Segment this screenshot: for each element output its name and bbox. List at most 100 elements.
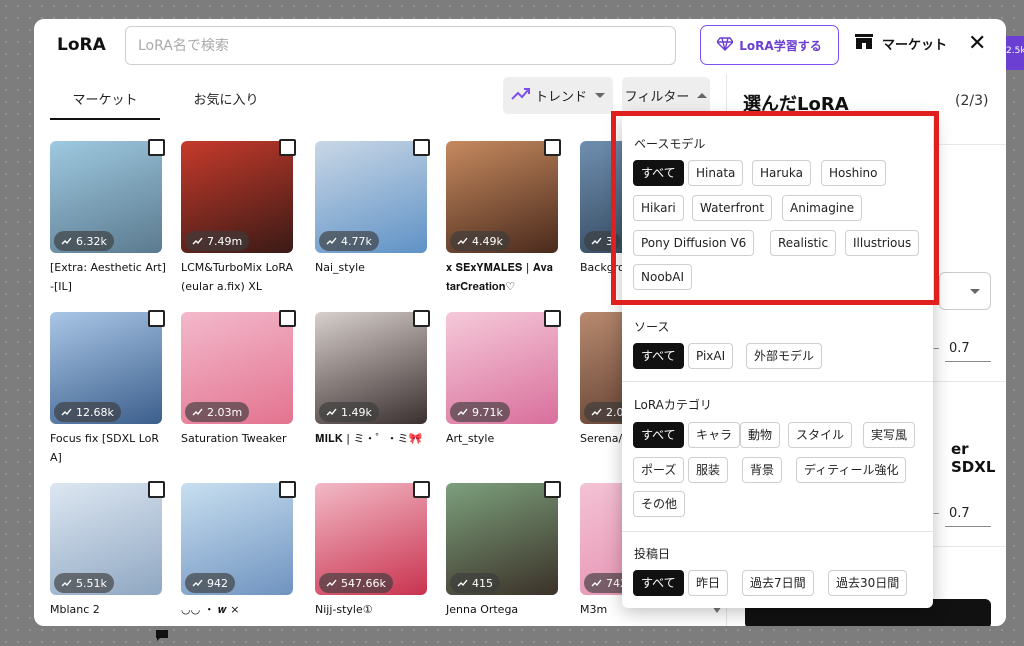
trending-icon bbox=[61, 406, 72, 419]
train-lora-button[interactable]: LoRA学習する bbox=[700, 25, 839, 65]
likes-badge: 2.03m bbox=[185, 402, 250, 422]
lora-weight-value-1[interactable]: 0.7 bbox=[949, 341, 970, 356]
lora-card[interactable]: 6.32k [Extra: Aesthetic Art]-[IL] bbox=[50, 141, 166, 311]
likes-count: 3 bbox=[606, 234, 613, 248]
trending-icon bbox=[457, 577, 468, 590]
tab-market[interactable]: マーケット bbox=[50, 89, 160, 120]
filter-chip[interactable]: Waterfront bbox=[692, 195, 773, 221]
filter-chip[interactable]: すべて bbox=[633, 343, 684, 369]
chat-bubble-icon[interactable] bbox=[155, 628, 169, 646]
lora-name: Saturation Tweaker bbox=[181, 432, 287, 445]
filter-chip[interactable]: キャラ bbox=[688, 422, 741, 448]
filter-chip[interactable]: Pony Diffusion V6 bbox=[633, 230, 755, 256]
filter-chip[interactable]: ディティール強化 bbox=[796, 457, 907, 483]
likes-badge: 7.49m bbox=[185, 231, 250, 251]
likes-badge: 4.77k bbox=[319, 231, 379, 251]
filter-chip[interactable]: すべて bbox=[633, 570, 684, 596]
lora-weight-value-2[interactable]: 0.7 bbox=[949, 506, 970, 521]
lora-checkbox[interactable] bbox=[544, 310, 561, 327]
filter-dropdown[interactable]: フィルター bbox=[622, 77, 710, 114]
lora-checkbox[interactable] bbox=[148, 139, 165, 156]
filter-chip[interactable]: すべて bbox=[633, 422, 684, 448]
lora-card[interactable]: 2.03m Saturation Tweaker bbox=[181, 312, 293, 482]
lora-checkbox[interactable] bbox=[413, 481, 430, 498]
market-label: マーケット bbox=[882, 38, 948, 53]
market-button[interactable]: マーケット bbox=[854, 33, 947, 54]
likes-count: 5.51k bbox=[76, 576, 107, 590]
filter-chip[interactable]: 外部モデル bbox=[746, 343, 823, 369]
lora-card[interactable]: 7.49m LCM&TurboMix LoRA (eular a.fix) XL bbox=[181, 141, 293, 311]
lora-card[interactable]: 415 Jenna Ortega bbox=[446, 483, 558, 626]
likes-count: 4.49k bbox=[472, 234, 503, 248]
lora-card[interactable]: 4.77k Nai_style bbox=[315, 141, 427, 311]
filter-chip[interactable]: 服装 bbox=[688, 457, 729, 483]
lora-checkbox[interactable] bbox=[413, 139, 430, 156]
filter-chip[interactable]: 昨日 bbox=[688, 570, 729, 596]
filter-chip[interactable]: Realistic bbox=[770, 230, 837, 256]
modal-header: LoRA LoRA学習する マーケット ✕ bbox=[34, 19, 1006, 74]
likes-count: 415 bbox=[472, 576, 493, 590]
divider bbox=[622, 531, 933, 532]
lora-name: [Extra: Aesthetic Art]-[IL] bbox=[50, 261, 166, 293]
filter-chip[interactable]: Hikari bbox=[633, 195, 684, 221]
filter-chip[interactable]: スタイル bbox=[788, 422, 853, 448]
weight-dash: – bbox=[933, 341, 940, 356]
train-lora-label: LoRA学習する bbox=[739, 38, 822, 53]
close-icon[interactable]: ✕ bbox=[968, 33, 986, 55]
likes-badge: 3 bbox=[584, 231, 620, 251]
selected-lora-count: (2/3) bbox=[955, 93, 989, 109]
likes-count: 9.71k bbox=[472, 405, 503, 419]
filter-chip[interactable]: 過去7日間 bbox=[742, 570, 814, 596]
sort-dropdown[interactable]: トレンド bbox=[503, 77, 613, 114]
lora-card[interactable]: 1.49k 𝐌𝐈𝐋𝐊 | ミ・゜・ミ🎀 bbox=[315, 312, 427, 482]
trending-icon bbox=[591, 406, 602, 419]
filter-chip[interactable]: すべて bbox=[633, 160, 684, 186]
filter-chip[interactable]: NoobAI bbox=[633, 264, 693, 290]
filter-chip[interactable]: 背景 bbox=[742, 457, 783, 483]
lora-checkbox[interactable] bbox=[279, 139, 296, 156]
lora-model-select[interactable] bbox=[939, 272, 991, 310]
filter-chip[interactable]: ポーズ bbox=[633, 457, 685, 483]
lora-checkbox[interactable] bbox=[544, 139, 561, 156]
filter-chip[interactable]: Illustrious bbox=[845, 230, 920, 256]
filter-chip[interactable]: Animagine bbox=[782, 195, 863, 221]
lora-checkbox[interactable] bbox=[413, 310, 430, 327]
lora-checkbox[interactable] bbox=[279, 481, 296, 498]
tab-favorites[interactable]: お気に入り bbox=[171, 89, 281, 108]
weight-dash: – bbox=[933, 506, 940, 521]
lora-card[interactable]: 547.66k Nijj-style① bbox=[315, 483, 427, 626]
weight-underline bbox=[945, 526, 991, 527]
likes-badge: 547.66k bbox=[319, 573, 393, 593]
likes-badge: 6.32k bbox=[54, 231, 114, 251]
weight-underline bbox=[945, 361, 991, 362]
filter-section-label: ソース bbox=[634, 320, 670, 334]
filter-chip[interactable]: Hoshino bbox=[821, 160, 886, 186]
trending-icon bbox=[457, 406, 468, 419]
likes-badge: 12.68k bbox=[54, 402, 121, 422]
filter-chip[interactable]: 過去30日間 bbox=[828, 570, 908, 596]
lora-card[interactable]: 5.51k Mblanc 2 bbox=[50, 483, 162, 626]
lora-card[interactable]: 4.49k 𝐱 𝐒𝐄𝐱𝐘𝐌𝐀𝐋𝐄𝐒 | 𝐀𝐯𝐚𝐭𝐚𝐫𝐂𝐫𝐞𝐚𝐭𝐢𝐨𝐧♡ bbox=[446, 141, 558, 311]
lora-card[interactable]: 9.71k Art_style bbox=[446, 312, 558, 482]
likes-badge: 5.51k bbox=[54, 573, 114, 593]
lora-checkbox[interactable] bbox=[148, 481, 165, 498]
divider bbox=[622, 381, 933, 382]
filter-chip[interactable]: Haruka bbox=[752, 160, 812, 186]
lora-name: Nijj-style① bbox=[315, 603, 373, 616]
likes-count: 4.77k bbox=[341, 234, 372, 248]
filter-label: フィルター bbox=[624, 90, 690, 105]
filter-chip[interactable]: 実写風 bbox=[863, 422, 916, 448]
trending-icon bbox=[457, 235, 468, 248]
filter-chip[interactable]: 動物 bbox=[740, 422, 781, 448]
lora-search-input[interactable] bbox=[125, 26, 676, 65]
lora-checkbox[interactable] bbox=[148, 310, 165, 327]
filter-chip[interactable]: Hinata bbox=[688, 160, 744, 186]
trending-icon bbox=[192, 577, 203, 590]
lora-card[interactable]: 942 ◡◡ ・ 𝒘 × bbox=[181, 483, 293, 626]
filter-chip[interactable]: その他 bbox=[633, 491, 686, 517]
lora-card[interactable]: 12.68k Focus fix [SDXL LoRA] bbox=[50, 312, 162, 482]
filter-chip[interactable]: PixAI bbox=[688, 343, 734, 369]
trending-icon bbox=[61, 577, 72, 590]
lora-checkbox[interactable] bbox=[279, 310, 296, 327]
lora-checkbox[interactable] bbox=[544, 481, 561, 498]
